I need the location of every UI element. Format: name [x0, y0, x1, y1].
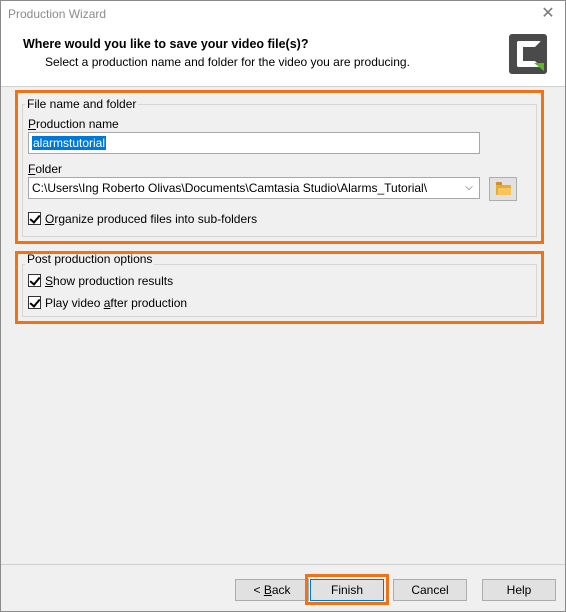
highlight-file-group: [15, 90, 544, 244]
help-button[interactable]: Help: [482, 579, 556, 601]
header-subtitle: Select a production name and folder for …: [45, 55, 410, 69]
wizard-header: Where would you like to save your video …: [1, 28, 565, 87]
footer-divider: [1, 564, 565, 565]
title-bar: Production Wizard ✕: [1, 1, 565, 28]
cancel-button[interactable]: Cancel: [393, 579, 467, 601]
close-icon[interactable]: ✕: [537, 4, 559, 24]
highlight-post-group: [15, 251, 544, 324]
production-wizard-window: Production Wizard ✕ Where would you like…: [0, 0, 566, 612]
highlight-finish-button: [305, 574, 389, 605]
camtasia-logo-icon: [509, 34, 547, 74]
back-button[interactable]: < Back: [235, 579, 309, 601]
window-title: Production Wizard: [8, 7, 107, 21]
header-title: Where would you like to save your video …: [23, 37, 309, 51]
